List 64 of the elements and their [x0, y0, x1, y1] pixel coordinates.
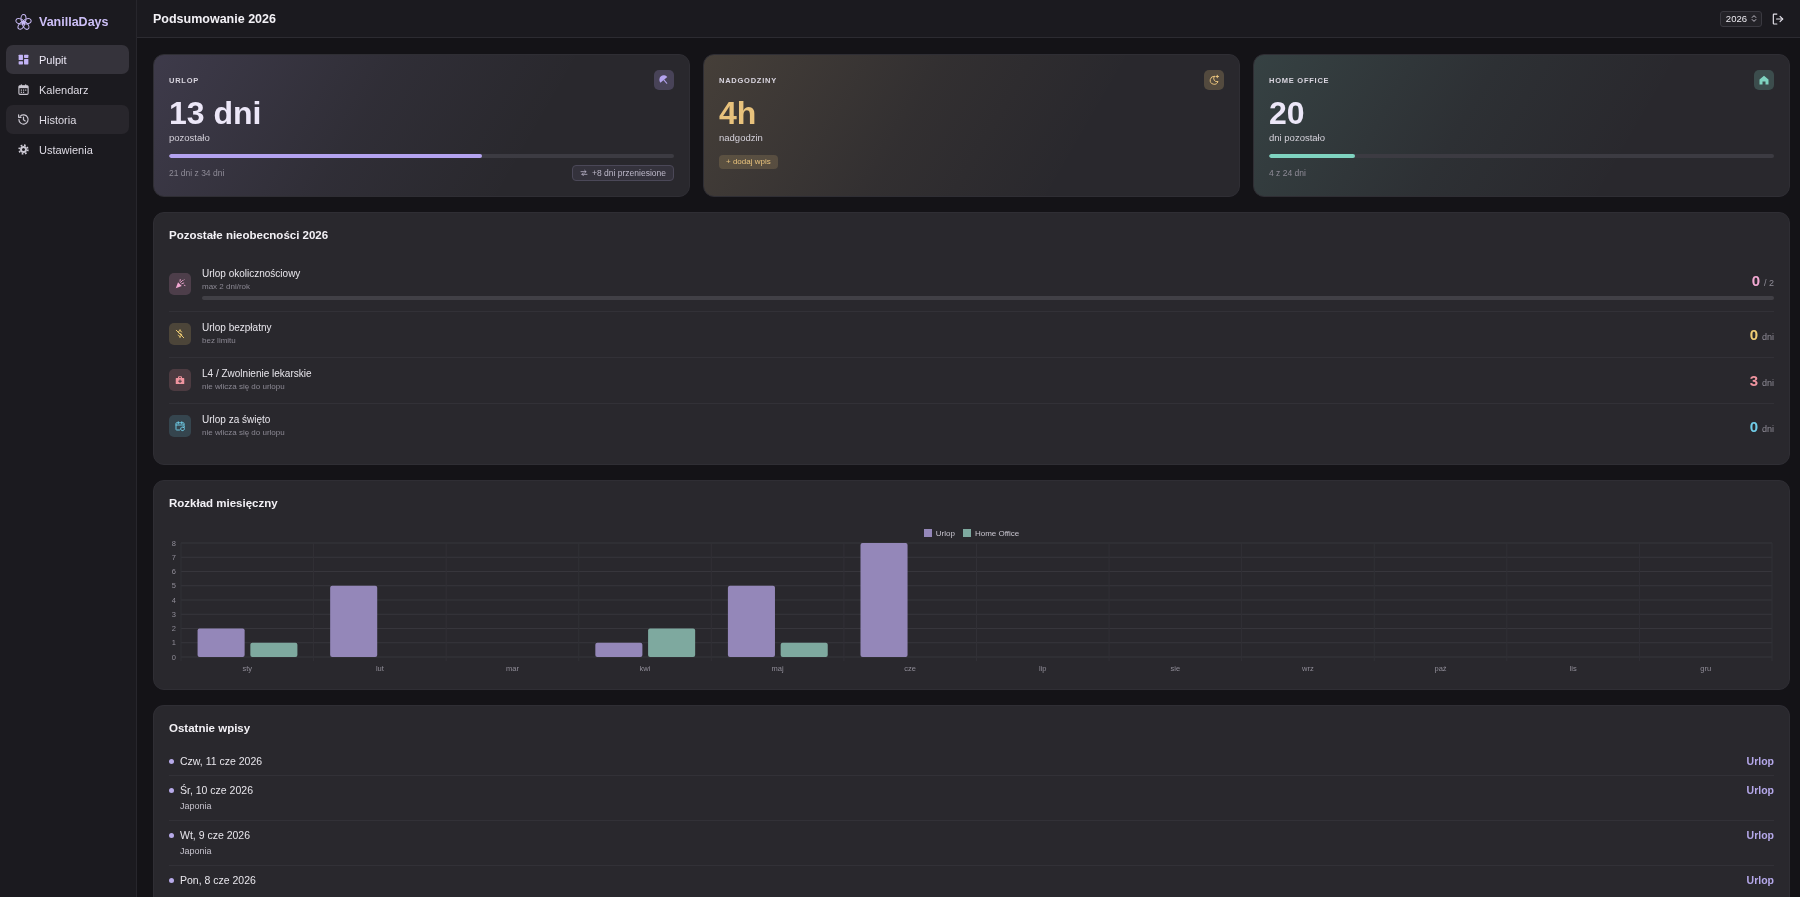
party-popper-icon	[169, 272, 191, 295]
entry-dot-icon	[169, 758, 174, 764]
page-title: Podsumowanie 2026	[153, 11, 276, 26]
crossed-dollar-icon	[169, 323, 191, 345]
absence-note: bez limitu	[202, 335, 237, 347]
card-value: 13 dni	[169, 97, 262, 129]
absence-name: Urlop za święto	[202, 413, 272, 427]
entry-date: Pon, 8 cze 2026	[180, 874, 256, 886]
absence-note: max 2 dni/rok	[202, 281, 252, 293]
calendar-icon	[17, 83, 30, 96]
entry-type: Urlop	[1746, 828, 1774, 842]
nav-item[interactable]: Ustawienia	[6, 135, 129, 164]
flower-logo-icon	[14, 12, 33, 32]
absence-unit: dni	[1762, 423, 1774, 434]
badge-text: +8 dni przeniesione	[592, 168, 666, 178]
entry-date: Śr, 10 cze 2026	[180, 784, 253, 796]
absence-name: Urlop okolicznościowy	[202, 267, 301, 281]
absence-count: 3	[1749, 371, 1758, 389]
entry-type: Urlop	[1746, 783, 1774, 797]
absence-count: 0	[1749, 417, 1758, 435]
absence-unit: dni	[1762, 377, 1774, 388]
brand-name: VanillaDays	[39, 15, 109, 29]
entry-date: Wt, 9 cze 2026	[180, 829, 251, 841]
card-value: 4h	[719, 97, 757, 129]
entry-dot-icon	[169, 787, 174, 793]
absence-count: 0	[1749, 325, 1758, 343]
entry-date: Czw, 11 cze 2026	[180, 755, 263, 767]
nav-item[interactable]: Kalendarz	[6, 75, 129, 104]
settings-icon	[17, 143, 30, 156]
card-caption: dni pozostało	[1269, 132, 1325, 144]
swap-arrows-icon	[580, 169, 589, 177]
dashboard-icon	[17, 53, 30, 66]
updown-caret-icon	[1751, 14, 1757, 23]
card-value: 20	[1269, 97, 1305, 129]
absence-name: L4 / Zwolnienie lekarskie	[202, 367, 312, 381]
year-select[interactable]: 2026	[1719, 10, 1762, 27]
absence-note: nie wlicza się do urlopu	[202, 427, 285, 439]
history-icon	[17, 113, 30, 126]
card-footer-text: 21 dni z 34 dni	[169, 168, 225, 178]
section-title: Pozostałe nieobecności 2026	[169, 228, 330, 242]
card-caption: pozostało	[169, 132, 210, 144]
entry-type: Urlop	[1746, 754, 1774, 768]
absence-name: Urlop bezpłatny	[202, 321, 272, 335]
legend-label: Home Office	[974, 528, 1020, 538]
entry-type: Urlop	[1746, 873, 1774, 887]
absence-unit: dni	[1762, 331, 1774, 342]
entry-note: Japonia	[179, 845, 213, 858]
card-footer-text: 4 z 24 dni	[1269, 168, 1306, 178]
section-title: Rozkład miesięczny	[169, 496, 279, 510]
nav-item[interactable]: Historia	[6, 105, 129, 134]
nav-item[interactable]: Pulpit	[6, 45, 129, 74]
absence-note: nie wlicza się do urlopu	[202, 381, 286, 393]
logout-icon[interactable]	[1771, 11, 1785, 26]
calendar-refresh-icon	[169, 415, 191, 437]
card-caption: nadgodzin	[719, 132, 763, 144]
entry-note: Japonia	[179, 800, 213, 813]
absence-count: 0	[1751, 271, 1760, 289]
legend-label: Urlop	[935, 528, 955, 538]
entry-dot-icon	[169, 877, 174, 883]
entry-dot-icon	[169, 832, 174, 838]
medical-kit-icon	[169, 369, 191, 391]
add-entry-button[interactable]: + dodaj wpis	[719, 155, 778, 169]
section-title: Ostatnie wpisy	[169, 721, 252, 735]
absence-unit: / 2	[1764, 277, 1774, 288]
